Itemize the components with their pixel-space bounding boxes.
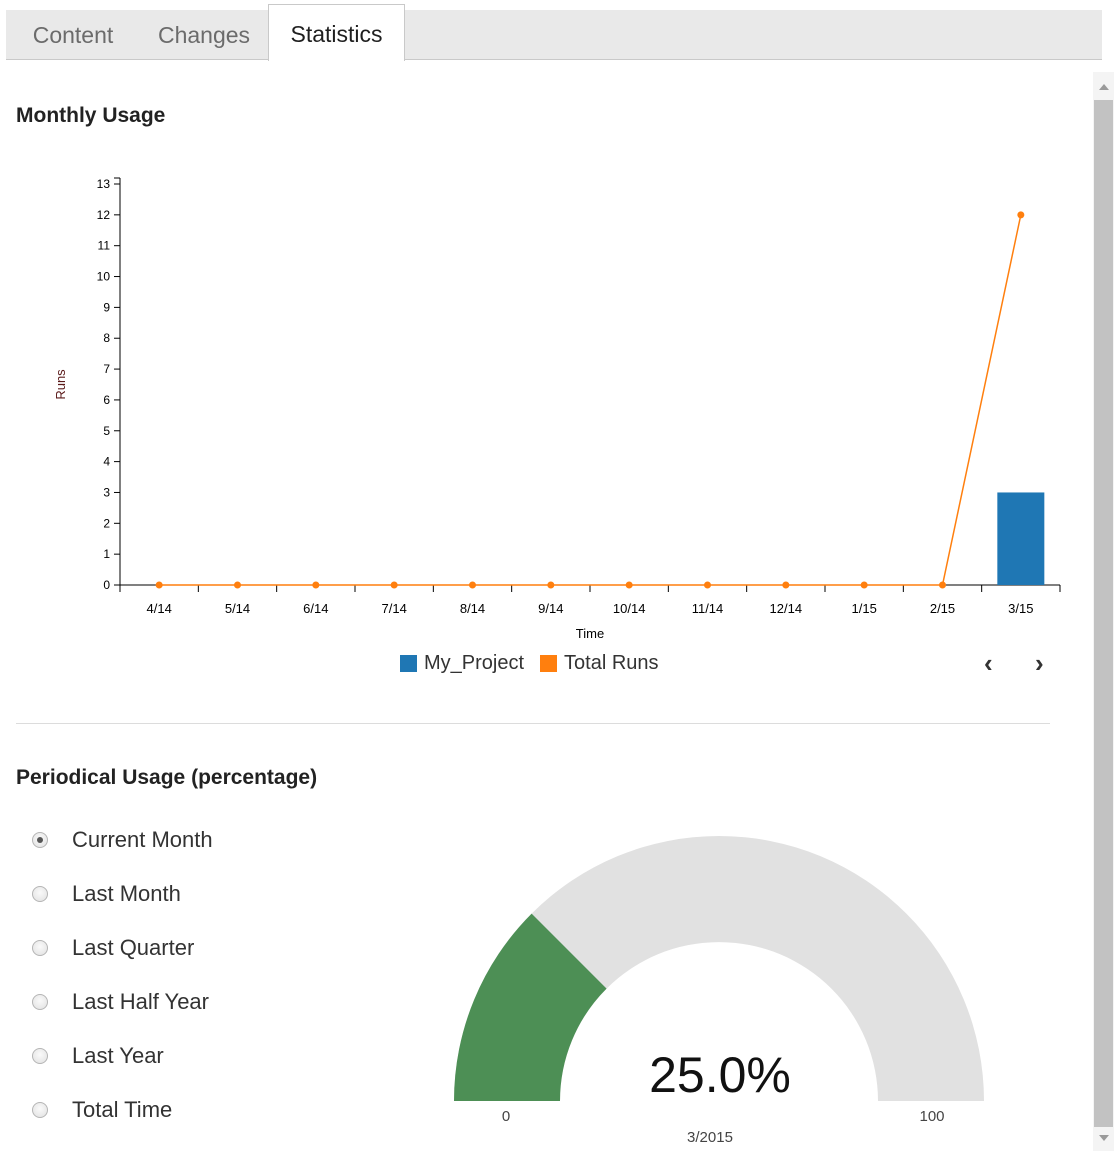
y-tick-label: 11 bbox=[98, 239, 111, 253]
radio-button[interactable] bbox=[32, 886, 48, 902]
x-tick-label: 4/14 bbox=[147, 601, 172, 616]
gauge-period-label: 3/2015 bbox=[687, 1129, 733, 1146]
x-tick-label: 8/14 bbox=[460, 601, 485, 616]
point-total-runs bbox=[547, 581, 555, 589]
chevron-right-icon[interactable]: › bbox=[1035, 648, 1044, 679]
x-axis-label: Time bbox=[576, 626, 604, 641]
gauge-min-label: 0 bbox=[501, 1108, 511, 1125]
legend-entry-total-runs[interactable]: Total Runs bbox=[540, 652, 659, 675]
y-tick-label: 8 bbox=[103, 331, 110, 345]
radio-button[interactable] bbox=[32, 832, 48, 848]
x-tick-label: 7/14 bbox=[382, 601, 407, 616]
x-tick-label: 2/15 bbox=[930, 601, 955, 616]
x-tick-label: 12/14 bbox=[770, 601, 803, 616]
y-tick-label: 1 bbox=[103, 547, 110, 561]
y-tick-label: 3 bbox=[103, 485, 110, 499]
y-tick-label: 12 bbox=[97, 208, 111, 222]
y-tick-label: 7 bbox=[103, 362, 110, 376]
y-tick-label: 13 bbox=[97, 177, 111, 191]
point-total-runs bbox=[155, 581, 163, 589]
point-total-runs bbox=[939, 581, 946, 589]
chevron-left-icon[interactable]: ‹ bbox=[984, 648, 993, 679]
radio-label: Total Time bbox=[72, 1097, 173, 1122]
point-total-runs bbox=[312, 581, 320, 589]
monthly-usage-chart: 012345678910111213Runs4/14 5/14 6/14 7/14 8/… bbox=[53, 177, 1061, 641]
x-tick-label: 11/14 bbox=[692, 601, 724, 616]
point-total-runs bbox=[625, 581, 633, 589]
radio-last-quarter[interactable]: Last Quarter bbox=[32, 933, 194, 963]
radio-label: Last Half Year bbox=[72, 989, 209, 1014]
y-axis-label: Runs bbox=[53, 369, 68, 400]
x-tick-label: 1/15 bbox=[852, 601, 877, 616]
y-tick-label: 9 bbox=[103, 300, 110, 314]
radio-last-month[interactable]: Last Month bbox=[32, 879, 181, 909]
radio-last-half-year[interactable]: Last Half Year bbox=[32, 987, 209, 1017]
point-total-runs bbox=[782, 581, 790, 589]
legend-swatch bbox=[400, 654, 417, 672]
legend-label: My_Project bbox=[424, 651, 525, 674]
y-tick-label: 4 bbox=[103, 455, 110, 469]
y-tick-label: 6 bbox=[103, 393, 110, 407]
scroll-down-icon[interactable] bbox=[1099, 1135, 1109, 1141]
y-tick-label: 5 bbox=[103, 424, 110, 438]
point-total-runs bbox=[390, 581, 398, 589]
radio-label: Current Month bbox=[72, 827, 213, 852]
radio-label: Last Year bbox=[72, 1043, 164, 1068]
radio-button[interactable] bbox=[32, 1102, 48, 1118]
radio-label: Last Month bbox=[72, 881, 181, 906]
x-tick-label: 9/14 bbox=[538, 601, 563, 616]
radio-total-time[interactable]: Total Time bbox=[32, 1095, 172, 1125]
chart-legend: My_Project Total Runs bbox=[400, 650, 675, 676]
radio-label: Last Quarter bbox=[72, 935, 195, 960]
bar-my-project bbox=[997, 492, 1045, 585]
radio-last-year[interactable]: Last Year bbox=[32, 1041, 164, 1071]
radio-button[interactable] bbox=[32, 940, 48, 956]
gauge-value: 25.0% bbox=[649, 1047, 791, 1103]
point-total-runs bbox=[704, 581, 711, 589]
point-total-runs bbox=[469, 581, 476, 589]
x-tick-label: 5/14 bbox=[225, 601, 250, 616]
periodical-usage-title: Periodical Usage (percentage) bbox=[16, 766, 318, 789]
legend-label: Total Runs bbox=[564, 651, 659, 674]
y-tick-label: 2 bbox=[103, 516, 110, 530]
x-tick-label: 6/14 bbox=[303, 601, 328, 616]
radio-current-month[interactable]: Current Month bbox=[32, 825, 213, 855]
point-total-runs bbox=[1017, 211, 1025, 219]
radio-button[interactable] bbox=[32, 1048, 48, 1064]
point-total-runs bbox=[234, 581, 241, 589]
point-total-runs bbox=[860, 581, 868, 589]
section-divider bbox=[16, 723, 1050, 724]
line-total-runs bbox=[159, 214, 1022, 586]
x-tick-label: 10/14 bbox=[613, 601, 646, 616]
gauge-max-label: 100 bbox=[919, 1108, 945, 1125]
x-tick-label: 3/15 bbox=[1008, 601, 1033, 616]
legend-swatch bbox=[540, 654, 558, 672]
radio-button[interactable] bbox=[32, 994, 48, 1010]
legend-entry-my-project[interactable]: My_Project bbox=[400, 652, 524, 675]
y-tick-label: 10 bbox=[97, 270, 111, 284]
y-tick-label: 0 bbox=[103, 578, 110, 592]
